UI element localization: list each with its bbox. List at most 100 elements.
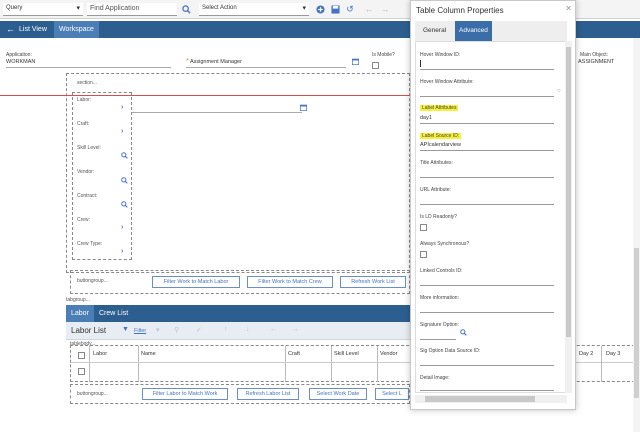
label-source-id-underline — [420, 150, 554, 151]
column-header-day-3[interactable]: Day 3 — [606, 351, 620, 357]
always-synchronous-checkbox[interactable] — [420, 251, 427, 258]
column-header-name[interactable]: Name — [141, 351, 156, 357]
tab-general[interactable]: General — [419, 21, 450, 41]
detail-image-label: Detail Image: — [420, 375, 450, 381]
tab-advanced[interactable]: Advanced — [455, 21, 492, 41]
tab-labor[interactable]: Labor — [66, 305, 94, 322]
assignment-manager-field[interactable]: * Assignment Manager — [186, 58, 242, 65]
clear-filter-icon[interactable]: ✓ — [196, 326, 202, 334]
chevron-right-icon[interactable]: › — [121, 104, 123, 111]
add-icon[interactable] — [313, 2, 327, 16]
crew-type-field-label: Crew Type: — [77, 241, 103, 247]
column-header-labor[interactable]: Labor — [93, 351, 107, 357]
search-icon[interactable] — [121, 177, 128, 186]
main-object-value: ASSIGNMENT — [578, 59, 615, 65]
arrow-left-icon[interactable]: ← — [362, 2, 376, 16]
calendar-icon[interactable] — [300, 104, 307, 113]
column-divider — [601, 346, 602, 382]
filter-work-crew-button[interactable]: Filter Work to Match Crew — [247, 276, 333, 288]
lookup-icon[interactable]: ○ — [557, 88, 561, 94]
label-attributes-value[interactable]: day1 — [420, 115, 432, 121]
dialog-body: Hover Window ID: Hover Window Attribute:… — [415, 41, 567, 393]
column-header-vendor[interactable]: Vendor — [380, 351, 397, 357]
select-l-button[interactable]: Select L — [375, 388, 409, 400]
is-ld-readonly-checkbox[interactable] — [420, 224, 427, 231]
refresh-labor-list-button[interactable]: Refresh Labor List — [237, 388, 299, 400]
column-header-skill-level[interactable]: Skill Level — [334, 351, 359, 357]
search-icon[interactable] — [460, 329, 467, 338]
column-header-day-2[interactable]: Day 2 — [579, 351, 593, 357]
dialog-horizontal-scrollbar[interactable] — [415, 395, 567, 403]
chevron-right-icon[interactable]: › — [121, 224, 123, 231]
tab-list-view[interactable]: List View — [14, 21, 52, 38]
query-select[interactable]: Query ▾ — [3, 3, 83, 16]
column-divider — [377, 346, 378, 382]
labor-field-underline — [132, 112, 302, 113]
url-attribute-label: URL Attribute: — [420, 187, 451, 193]
hover-window-attribute-input[interactable] — [420, 96, 554, 97]
label-source-id-label: Label Source ID: — [420, 133, 462, 139]
label-attributes-label: Label Attributes — [420, 105, 459, 111]
calendar-icon[interactable] — [352, 58, 359, 67]
search-icon[interactable] — [121, 201, 128, 210]
page-scrollbar-thumb[interactable] — [634, 248, 639, 398]
section-label: section... — [77, 80, 98, 86]
chevron-right-icon[interactable]: › — [121, 128, 123, 135]
arrow-right-icon[interactable]: → — [378, 2, 392, 16]
refresh-work-list-button[interactable]: Refresh Work List — [340, 276, 406, 288]
dialog-scrollbar[interactable] — [565, 41, 572, 393]
tab-crew-list[interactable]: Crew List — [94, 305, 133, 322]
vendor-field-label: Vendor: — [77, 169, 95, 175]
signature-option-input[interactable] — [420, 339, 456, 340]
linked-controls-id-input[interactable] — [420, 285, 554, 286]
chevron-right-icon[interactable]: › — [121, 248, 123, 255]
filter-labor-work-button[interactable]: Filter Labor to Match Work — [142, 388, 228, 400]
dialog-scrollbar-thumb[interactable] — [566, 47, 571, 337]
hover-window-id-underline — [420, 69, 554, 70]
dialog-horizontal-thumb[interactable] — [425, 396, 535, 402]
search-icon[interactable]: ⚲ — [174, 326, 179, 334]
chevron-down-icon[interactable]: ▾ — [156, 326, 160, 334]
signature-option-label: Signature Option: — [420, 322, 459, 328]
sig-option-data-source-id-input[interactable] — [420, 365, 554, 366]
find-application-input[interactable]: Find Application — [87, 3, 177, 16]
hover-window-id-label: Hover Window ID: — [420, 52, 461, 58]
is-ld-readonly-label: Is LD Readonly? — [420, 214, 457, 220]
dialog-tabs: General Advanced — [415, 21, 567, 41]
row-checkbox[interactable] — [78, 368, 85, 375]
main-object-label: Main Object: — [580, 52, 609, 58]
title-attributes-input[interactable] — [420, 177, 554, 178]
close-icon[interactable]: ✕ — [565, 4, 572, 13]
select-work-date-button[interactable]: Select Work Date — [309, 388, 367, 400]
arrow-down-icon[interactable]: ↓ — [246, 326, 250, 333]
label-attributes-underline — [420, 123, 554, 124]
is-mobile-label: Is Mobile? — [372, 52, 395, 58]
search-icon[interactable] — [179, 2, 193, 16]
select-action-select[interactable]: Select Action ▾ — [199, 3, 309, 16]
arrow-up-icon[interactable]: ↑ — [224, 326, 228, 333]
save-icon[interactable] — [328, 2, 342, 16]
tab-workspace[interactable]: Workspace — [54, 21, 99, 38]
text-cursor — [420, 60, 421, 67]
previous-page-icon[interactable]: ← — [270, 326, 277, 333]
search-icon[interactable] — [121, 152, 128, 161]
label-source-id-value[interactable]: APIcalendarview — [420, 142, 461, 148]
find-application-placeholder: Find Application — [90, 5, 140, 12]
column-header-craft[interactable]: Craft — [288, 351, 300, 357]
filter-work-labor-button[interactable]: Filter Work to Match Labor — [152, 276, 240, 288]
detail-image-input[interactable] — [420, 390, 554, 391]
field-column — [72, 92, 132, 260]
filter-link[interactable]: Filter — [134, 328, 146, 334]
next-page-icon[interactable]: → — [292, 326, 299, 333]
title-attributes-label: Title Attributes: — [420, 160, 453, 166]
filter-funnel-icon[interactable]: ▼ — [122, 326, 129, 333]
undo-icon[interactable]: ↺ — [343, 2, 357, 16]
more-information-input[interactable] — [420, 312, 554, 313]
required-icon: * — [186, 58, 189, 65]
page-scrollbar[interactable] — [633, 38, 640, 432]
is-mobile-checkbox[interactable] — [372, 62, 379, 69]
url-attribute-input[interactable] — [420, 204, 554, 205]
select-all-checkbox[interactable] — [78, 352, 85, 359]
assignment-manager-value: Assignment Manager — [189, 59, 242, 65]
column-divider — [138, 346, 139, 382]
